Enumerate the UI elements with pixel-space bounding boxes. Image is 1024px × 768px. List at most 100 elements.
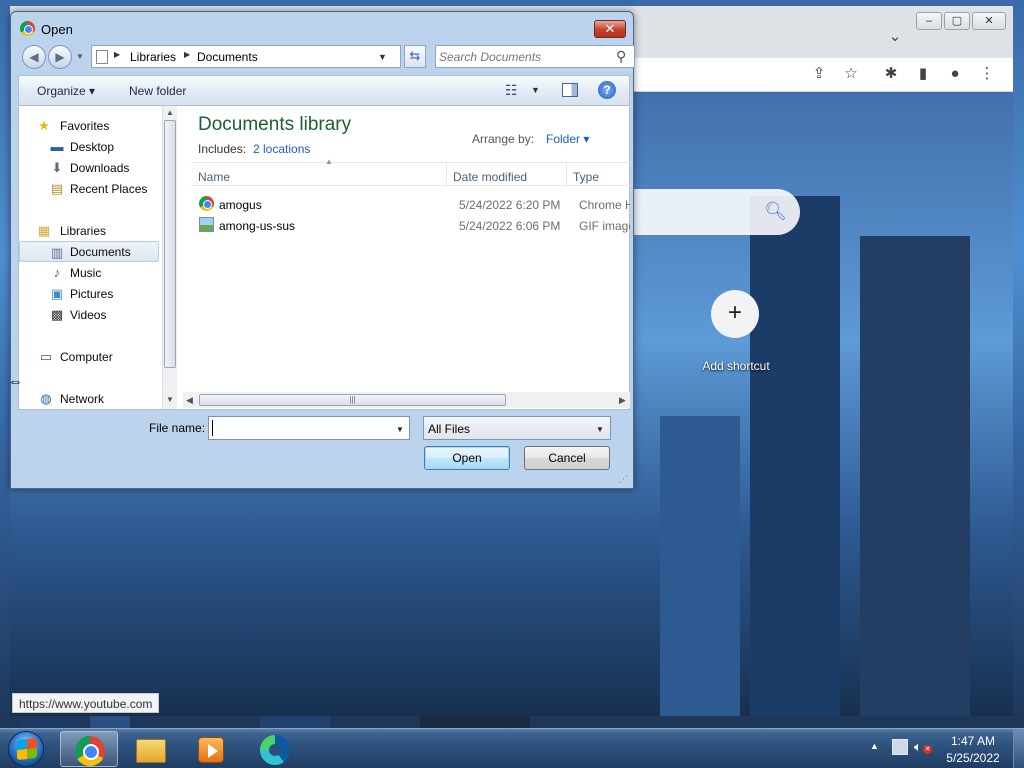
chrome-file-icon: [199, 196, 214, 211]
music-icon: ♪: [53, 265, 61, 280]
muted-x-icon: ✕: [923, 745, 932, 754]
column-header-type[interactable]: Type: [567, 163, 630, 187]
column-header-name[interactable]: Name: [191, 163, 447, 187]
nav-item-downloads[interactable]: ⬇ Downloads: [19, 157, 159, 178]
scroll-left-arrow-icon[interactable]: ◀: [186, 395, 193, 406]
status-bubble-url: https://www.youtube.com: [12, 693, 160, 713]
scrollbar-thumb[interactable]: [164, 120, 176, 368]
tab-search-chevron-icon[interactable]: ⌄: [884, 26, 906, 48]
refresh-icon[interactable]: ⇆: [404, 45, 426, 68]
nav-item-music[interactable]: ♪ Music: [19, 262, 159, 283]
navigation-row: ◀ ▶ ▼ ▶ Libraries ▶ Documents ▼ ⇆ ⚲: [18, 44, 635, 70]
help-icon[interactable]: ?: [598, 81, 616, 99]
network-icon: ◍: [40, 391, 52, 406]
scroll-down-arrow-icon[interactable]: ▼: [166, 395, 174, 404]
forward-button[interactable]: ▶: [48, 45, 72, 69]
open-button[interactable]: Open: [424, 446, 510, 470]
nav-item-documents[interactable]: ▥ Documents: [19, 241, 159, 262]
nav-item-favorites[interactable]: ★ Favorites: [19, 115, 159, 136]
file-row[interactable]: among-us-sus 5/24/2022 6:06 PM GIF image: [191, 215, 630, 235]
resize-grip-icon[interactable]: ⋰: [619, 474, 628, 485]
search-icon[interactable]: 🔍︎: [764, 201, 787, 222]
horizontal-scrollbar[interactable]: ◀ ||| ▶: [183, 392, 630, 408]
nav-item-recent-places[interactable]: ▤ Recent Places: [19, 178, 159, 199]
change-view-icon[interactable]: ☷: [505, 82, 518, 99]
nav-item-label: Music: [70, 266, 102, 280]
breadcrumb-arrow-icon[interactable]: ▶: [184, 50, 190, 59]
new-folder-button[interactable]: New folder: [129, 84, 186, 98]
clock-date[interactable]: 5/25/2022: [940, 751, 1006, 765]
chrome-icon: [75, 736, 105, 766]
scroll-up-arrow-icon[interactable]: ▲: [166, 108, 174, 117]
chrome-icon: [20, 21, 35, 36]
command-bar: Organize ▾ New folder ☷ ▼ ?: [18, 75, 630, 105]
more-options-dropdown-icon[interactable]: ▼: [531, 85, 540, 95]
address-dropdown-icon[interactable]: ▼: [378, 52, 387, 62]
column-header-date-modified[interactable]: Date modified: [447, 163, 567, 187]
nav-item-label: Libraries: [60, 224, 107, 238]
recent-places-icon: ▤: [50, 181, 64, 196]
file-name-dropdown-icon[interactable]: ▼: [396, 425, 404, 434]
file-name-input[interactable]: [212, 420, 387, 436]
share-icon[interactable]: ⇪: [808, 63, 830, 85]
taskbar-media-player-button[interactable]: [182, 731, 240, 767]
nav-item-label: Documents: [70, 245, 131, 259]
search-input[interactable]: [439, 49, 609, 65]
taskbar-explorer-button[interactable]: [122, 731, 180, 767]
pictures-icon: ▣: [50, 286, 64, 301]
breadcrumb-libraries[interactable]: Libraries: [130, 50, 176, 64]
file-type-filter-dropdown[interactable]: All Files ▼: [423, 416, 611, 440]
close-window-button[interactable]: ✕: [972, 12, 1006, 30]
scrollbar-thumb[interactable]: |||: [199, 394, 506, 406]
volume-icon[interactable]: 🔈︎: [914, 739, 922, 755]
back-button[interactable]: ◀: [22, 45, 46, 69]
file-row[interactable]: amogus 5/24/2022 6:20 PM Chrome H: [191, 194, 630, 214]
nav-item-label: Videos: [70, 308, 107, 322]
side-panel-icon[interactable]: ▮: [912, 63, 934, 85]
scroll-right-arrow-icon[interactable]: ▶: [619, 395, 626, 406]
open-file-dialog: Open ✕ ◀ ▶ ▼ ▶ Libraries ▶ Documents ▼ ⇆…: [10, 11, 635, 489]
search-box[interactable]: ⚲: [435, 45, 635, 68]
nav-item-libraries[interactable]: ▦ Libraries: [19, 220, 159, 241]
media-player-icon: [198, 737, 224, 763]
extensions-icon[interactable]: ✱: [880, 63, 902, 85]
menu-kebab-icon[interactable]: ⋮: [976, 63, 998, 85]
nav-item-computer[interactable]: ▭ Computer: [19, 346, 159, 367]
network-tray-icon[interactable]: [892, 739, 908, 755]
file-name-combobox[interactable]: ▼: [208, 416, 410, 440]
taskbar-chrome-button[interactable]: [60, 731, 118, 767]
show-hidden-icons-icon[interactable]: ▲: [870, 741, 879, 751]
videos-icon: ▩: [50, 307, 64, 322]
preview-pane-icon[interactable]: [562, 83, 578, 97]
add-shortcut-button[interactable]: +: [711, 290, 759, 338]
minimize-button[interactable]: –: [916, 12, 942, 30]
navigation-scrollbar[interactable]: ▲ ▼: [162, 106, 177, 409]
nav-item-desktop[interactable]: ▬ Desktop: [19, 136, 159, 157]
clock-time[interactable]: 1:47 AM: [940, 734, 1006, 748]
desktop-icon: ▬: [50, 139, 64, 154]
address-bar[interactable]: ▶ Libraries ▶ Documents ▼: [91, 45, 401, 68]
profile-avatar-icon[interactable]: ●: [944, 63, 966, 85]
maximize-button[interactable]: ▢: [944, 12, 970, 30]
recent-locations-dropdown-icon[interactable]: ▼: [76, 52, 84, 61]
nav-item-label: Recent Places: [70, 182, 148, 196]
dialog-title-bar[interactable]: Open ✕: [11, 12, 633, 42]
cancel-button[interactable]: Cancel: [524, 446, 610, 470]
library-locations-link[interactable]: 2 locations: [253, 142, 310, 156]
breadcrumb-arrow-icon[interactable]: ▶: [114, 50, 120, 59]
breadcrumb-documents[interactable]: Documents: [197, 50, 258, 64]
arrange-by-label: Arrange by:: [472, 132, 535, 146]
close-button[interactable]: ✕: [594, 20, 626, 38]
arrange-by-dropdown[interactable]: Folder ▾: [546, 132, 589, 146]
search-icon[interactable]: ⚲: [616, 48, 626, 65]
nav-item-videos[interactable]: ▩ Videos: [19, 304, 159, 325]
nav-item-label: Downloads: [70, 161, 130, 175]
show-desktop-button[interactable]: [1013, 729, 1024, 768]
nav-item-network[interactable]: ◍ Network: [19, 388, 159, 409]
filter-dropdown-icon[interactable]: ▼: [596, 425, 604, 434]
start-button[interactable]: [8, 731, 44, 767]
taskbar-edge-button[interactable]: [246, 731, 304, 767]
bookmark-star-icon[interactable]: ☆: [840, 63, 862, 85]
organize-button[interactable]: Organize ▾: [37, 84, 95, 98]
nav-item-pictures[interactable]: ▣ Pictures: [19, 283, 159, 304]
